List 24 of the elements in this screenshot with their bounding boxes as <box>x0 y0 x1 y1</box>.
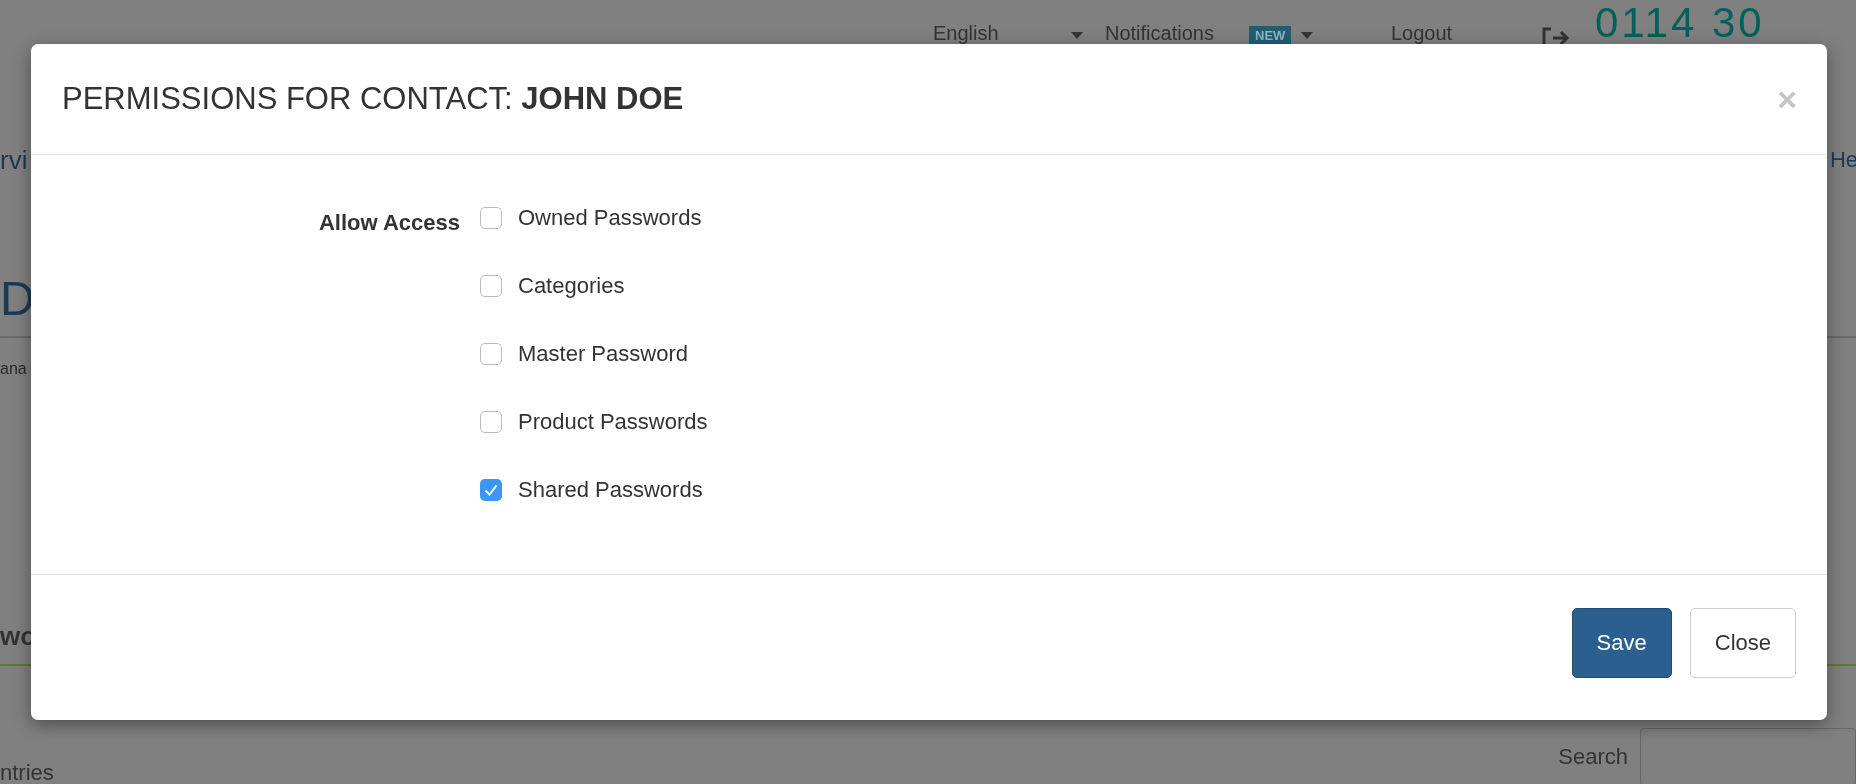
field-label: Allow Access <box>317 209 461 236</box>
caret-icon <box>1301 32 1314 39</box>
permission-option[interactable]: Product Passwords <box>480 408 708 436</box>
dialog-title: PERMISSIONS FOR CONTACT: JOHN DOE <box>62 81 684 117</box>
check-icon <box>484 484 498 496</box>
permission-option[interactable]: Shared Passwords <box>480 476 708 504</box>
permission-option[interactable]: Owned Passwords <box>480 204 708 232</box>
new-badge: NEW <box>1249 26 1292 45</box>
page-heading: D <box>0 270 35 326</box>
search-label: Search <box>1558 744 1628 770</box>
page-subtitle: ana <box>0 360 27 378</box>
entries-label: ntries <box>0 760 54 784</box>
checkbox[interactable] <box>480 207 502 229</box>
permission-option[interactable]: Master Password <box>480 340 708 368</box>
search-field[interactable] <box>1640 728 1856 784</box>
permission-option[interactable]: Categories <box>480 272 708 300</box>
close-button[interactable]: Close <box>1689 607 1796 678</box>
caret-icon <box>1071 32 1083 39</box>
checkbox[interactable] <box>480 479 502 501</box>
save-button[interactable]: Save <box>1571 607 1672 678</box>
checkbox[interactable] <box>480 411 502 433</box>
checkbox[interactable] <box>480 343 502 365</box>
checkbox[interactable] <box>480 275 502 297</box>
phone-number: 0114 30 <box>1595 2 1765 44</box>
